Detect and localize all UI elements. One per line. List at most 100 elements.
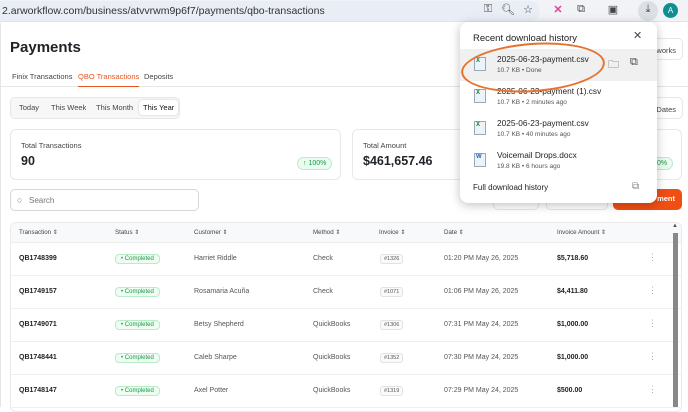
folder-icon[interactable]: 🗀 <box>608 56 619 75</box>
download-meta: 10.7 KB • 2 minutes ago <box>497 99 567 106</box>
tab-deposits[interactable]: Deposits <box>144 72 173 81</box>
scrollbar[interactable]: ▲ <box>672 223 680 407</box>
search-icon: ○ <box>17 195 23 205</box>
stat-label: Total Transactions <box>21 141 82 150</box>
header-date[interactable]: Date ⇕ <box>444 229 464 236</box>
table-row[interactable]: QB1749071 • Completed Betsy Shepherd Qui… <box>11 309 681 342</box>
transaction-id[interactable]: QB1749157 <box>19 288 57 295</box>
download-meta: 10.7 KB • 40 minutes ago <box>497 131 571 138</box>
period-this-month[interactable]: This Month <box>96 103 133 112</box>
transaction-id[interactable]: QB1748147 <box>19 387 57 394</box>
transactions-table: Transaction ⇕ Status ⇕ Customer ⇕ Method… <box>10 222 682 412</box>
customer-name: Rosamaria Acuña <box>194 288 250 295</box>
table-row[interactable]: QB1748147 • Completed Axel Potter QuickB… <box>11 375 681 408</box>
puzzle-icon[interactable]: ⧉ <box>573 3 589 16</box>
period-this-week[interactable]: This Week <box>51 103 86 112</box>
transaction-id[interactable]: QB1748441 <box>19 354 57 361</box>
download-filename[interactable]: 2025-06-23-payment.csv <box>497 118 589 128</box>
payment-method: QuickBooks <box>313 387 351 394</box>
period-this-year[interactable]: This Year <box>139 100 179 115</box>
payment-method: QuickBooks <box>313 354 351 361</box>
open-external-icon[interactable]: ⧉ <box>630 56 638 69</box>
invoice-amount: $5,718.60 <box>557 255 589 262</box>
word-file-icon: W <box>474 153 486 167</box>
payment-method: Check <box>313 255 333 262</box>
header-invoice-amount[interactable]: Invoice Amount ⇕ <box>557 229 606 236</box>
invoice-amount: $1,000.00 <box>557 321 589 328</box>
table-row[interactable]: QB1749157 • Completed Rosamaria Acuña Ch… <box>11 276 681 309</box>
open-external-icon[interactable]: ⧉ <box>632 181 639 192</box>
avatar[interactable]: A <box>663 3 678 18</box>
address-bar[interactable]: 2.arworkflow.com/business/atvvrwm9p6f7/p… <box>0 1 540 21</box>
download-meta: 19.8 KB • 6 hours ago <box>497 163 561 170</box>
row-menu-icon[interactable]: ⋮ <box>648 384 657 395</box>
row-menu-icon[interactable]: ⋮ <box>648 252 657 263</box>
tab-qbo-transactions[interactable]: QBO Transactions <box>78 72 140 87</box>
invoice-badge[interactable]: #1326 <box>380 254 404 264</box>
spreadsheet-file-icon: X <box>474 57 486 71</box>
download-filename[interactable]: Voicemail Drops.docx <box>497 150 577 160</box>
search-placeholder: Search <box>29 196 55 205</box>
extension-x-icon[interactable]: ✕ <box>550 3 566 16</box>
download-item[interactable]: X 2025-06-23-payment (1).csv 10.7 KB • 2… <box>460 81 657 113</box>
invoice-badge[interactable]: #1306 <box>380 320 404 330</box>
spreadsheet-file-icon: X <box>474 121 486 135</box>
download-filename[interactable]: 2025-06-23-payment (1).csv <box>497 86 601 96</box>
customer-name: Betsy Shepherd <box>194 321 244 328</box>
download-filename[interactable]: 2025-06-23-payment.csv <box>497 54 589 64</box>
full-download-history-link[interactable]: Full download history <box>473 183 548 192</box>
invoice-amount: $1,000.00 <box>557 354 589 361</box>
page-title: Payments <box>10 39 81 56</box>
customer-name: Harriet Riddle <box>194 255 237 262</box>
download-meta: 10.7 KB • Done <box>497 67 542 74</box>
browser-toolbar: 2.arworkflow.com/business/atvvrwm9p6f7/p… <box>0 0 688 22</box>
transaction-date: 01:06 PM May 26, 2025 <box>444 288 519 295</box>
transaction-id[interactable]: QB1749071 <box>19 321 57 328</box>
download-history-popup: Recent download history ✕ X 2025-06-23-p… <box>460 22 657 203</box>
period-today[interactable]: Today <box>19 103 39 112</box>
download-button[interactable]: ⤓ <box>638 1 658 21</box>
download-item[interactable]: X 2025-06-23-payment.csv 10.7 KB • 40 mi… <box>460 113 657 145</box>
invoice-badge[interactable]: #1352 <box>380 353 404 363</box>
download-item[interactable]: W Voicemail Drops.docx 19.8 KB • 6 hours… <box>460 145 657 177</box>
invoice-badge[interactable]: #1071 <box>380 287 404 297</box>
transaction-date: 07:31 PM May 24, 2025 <box>444 321 519 328</box>
stat-badge: ↑ 100% <box>297 157 333 170</box>
key-icon[interactable]: ⚿ <box>480 3 496 16</box>
row-menu-icon[interactable]: ⋮ <box>648 351 657 362</box>
scroll-up-arrow-icon[interactable]: ▲ <box>672 223 678 229</box>
status-badge: • Completed <box>115 254 160 264</box>
spreadsheet-file-icon: X <box>474 89 486 103</box>
download-icon: ⤓ <box>645 3 651 15</box>
invoice-amount: $4,411.80 <box>557 288 588 295</box>
header-method[interactable]: Method ⇕ <box>313 229 341 236</box>
table-row[interactable]: QB1748441 • Completed Caleb Sharpe Quick… <box>11 342 681 375</box>
payment-method: QuickBooks <box>313 321 351 328</box>
status-badge: • Completed <box>115 320 160 330</box>
row-menu-icon[interactable]: ⋮ <box>648 318 657 329</box>
scrollbar-thumb[interactable] <box>673 233 678 407</box>
header-transaction[interactable]: Transaction ⇕ <box>19 229 58 236</box>
stat-value: 90 <box>21 154 35 168</box>
header-invoice[interactable]: Invoice ⇕ <box>379 229 406 236</box>
transaction-id[interactable]: QB1748399 <box>19 255 57 262</box>
transaction-date: 07:30 PM May 24, 2025 <box>444 354 519 361</box>
header-status[interactable]: Status ⇕ <box>115 229 139 236</box>
tab-finix-transactions[interactable]: Finix Transactions <box>12 72 72 81</box>
close-icon[interactable]: ✕ <box>633 29 642 42</box>
row-menu-icon[interactable]: ⋮ <box>648 285 657 296</box>
invoice-badge[interactable]: #1319 <box>380 386 404 396</box>
customer-name: Caleb Sharpe <box>194 354 237 361</box>
header-customer[interactable]: Customer ⇕ <box>194 229 228 236</box>
zoom-icon[interactable]: 🔍︎ <box>500 3 516 16</box>
star-icon[interactable]: ☆ <box>520 3 536 16</box>
table-row[interactable]: QB1748399 • Completed Harriet Riddle Che… <box>11 243 681 276</box>
status-badge: • Completed <box>115 287 160 297</box>
search-input[interactable]: ○ Search <box>10 189 199 211</box>
stat-card-total-transactions: Total Transactions 90 ↑ 100% <box>10 129 341 180</box>
download-item[interactable]: X 2025-06-23-payment.csv 10.7 KB • Done … <box>460 49 657 81</box>
customer-name: Axel Potter <box>194 387 229 394</box>
popup-title: Recent download history <box>473 33 578 44</box>
stat-value: $461,657.46 <box>363 154 433 168</box>
reading-list-icon[interactable]: ▣ <box>605 3 621 16</box>
